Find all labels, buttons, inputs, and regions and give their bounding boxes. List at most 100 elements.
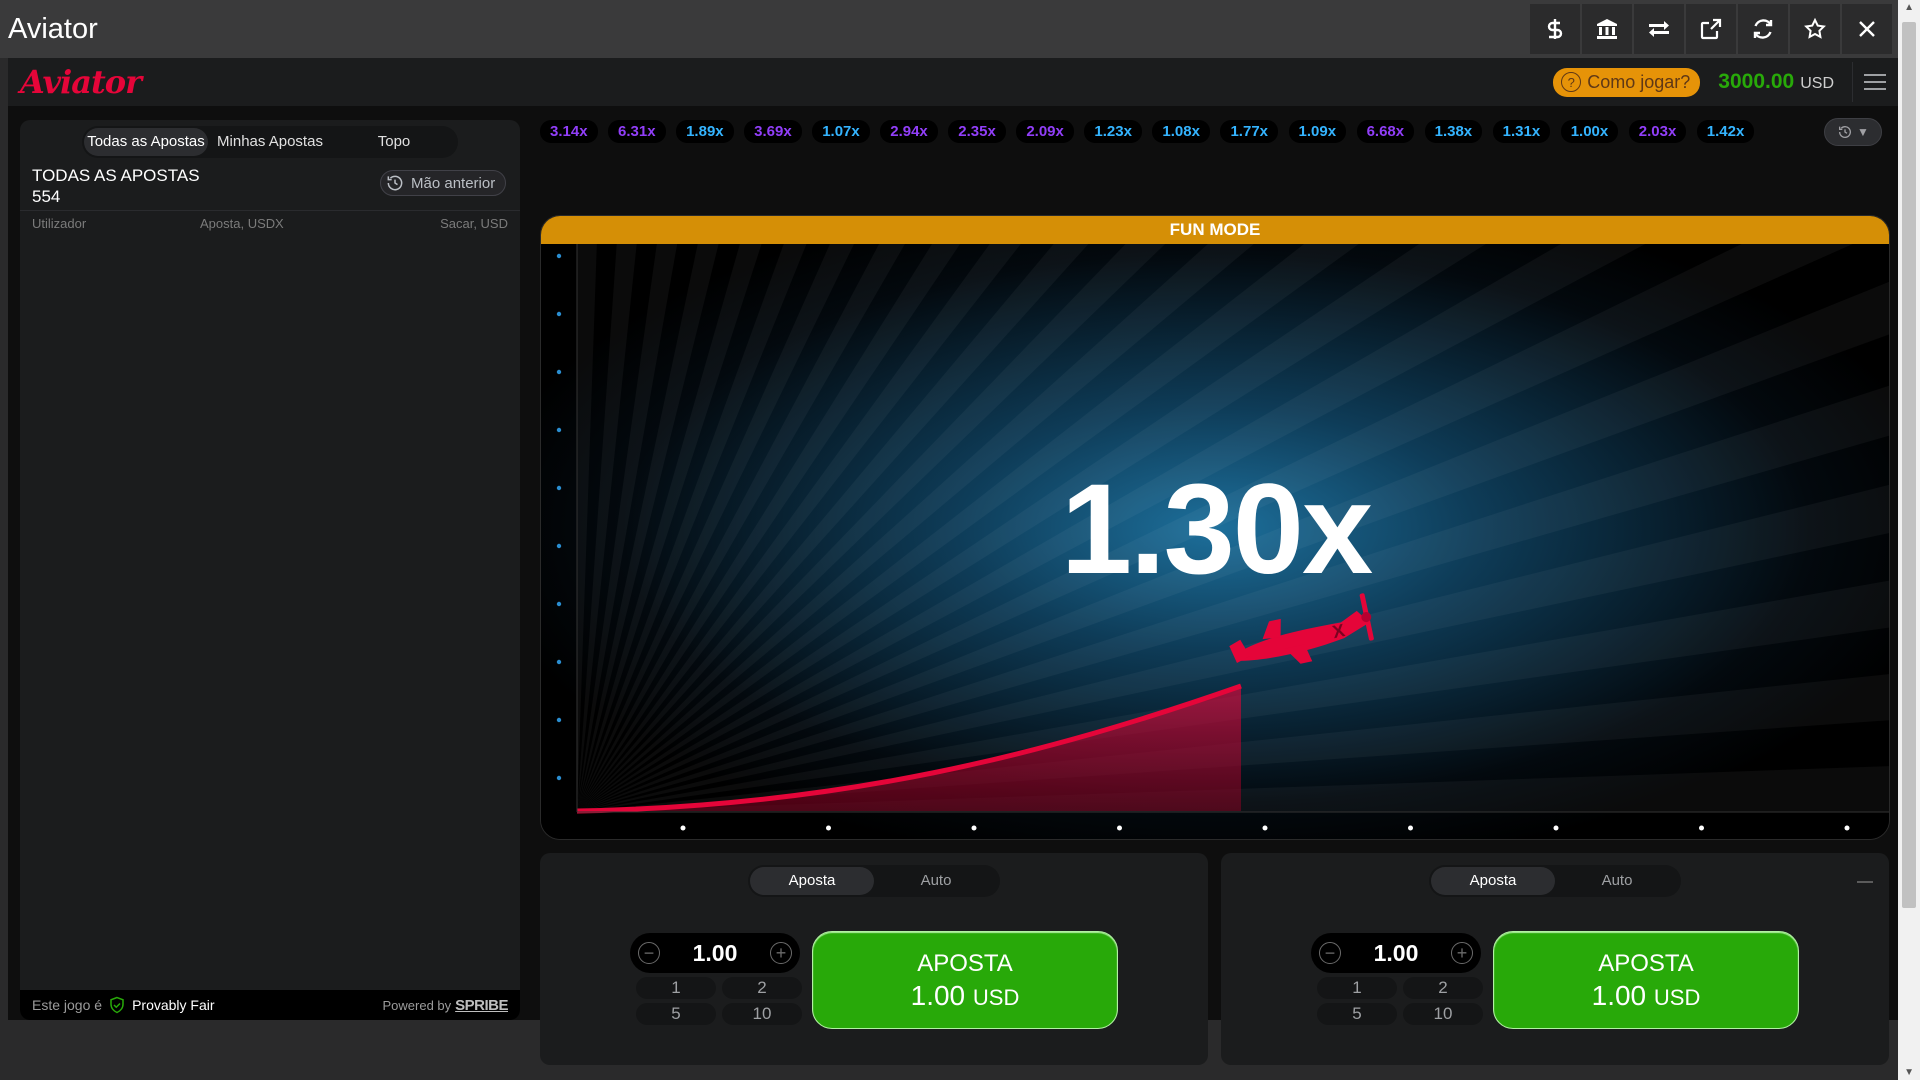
y-axis-dot (556, 311, 562, 317)
previous-hand-button[interactable]: Mão anterior (380, 170, 507, 196)
bet-amount-stepper: − 1.00 + (630, 933, 800, 973)
history-icon (1839, 126, 1852, 138)
y-axis-dot (556, 427, 562, 433)
swap-icon[interactable] (1634, 4, 1684, 54)
increase-amount-button[interactable]: + (769, 942, 792, 964)
history-multiplier[interactable]: 6.31x (608, 119, 666, 143)
history-dropdown-button[interactable]: ▼ (1824, 118, 1882, 146)
history-multiplier[interactable]: 1.89x (676, 119, 734, 143)
bet-amount-value[interactable]: 1.00 (1374, 940, 1419, 967)
window-title: Aviator (8, 12, 98, 45)
bet-button-label: APOSTA (917, 950, 1013, 977)
bet-button-currency: USD (972, 985, 1020, 1010)
all-bets-title: TODAS AS APOSTAS (32, 166, 200, 185)
hamburger-menu-icon[interactable] (1852, 62, 1886, 102)
history-multiplier[interactable]: 1.77x (1220, 119, 1279, 143)
tab-auto[interactable]: Auto (874, 867, 998, 895)
quick-amounts: 1 2 5 10 (1317, 977, 1483, 1025)
history-multiplier[interactable]: 6.68x (1356, 119, 1415, 143)
history-multiplier[interactable]: 2.35x (948, 119, 1006, 143)
fun-mode-banner: FUN MODE (541, 216, 1889, 244)
history-multiplier[interactable]: 1.07x (812, 119, 870, 143)
quick-amount-button[interactable]: 10 (1403, 1003, 1483, 1025)
decrease-amount-button[interactable]: − (1319, 942, 1341, 964)
bank-icon[interactable] (1582, 4, 1632, 54)
tab-bet[interactable]: Aposta (1431, 867, 1555, 895)
column-bet: Aposta, USD (200, 216, 276, 231)
quick-amount-button[interactable]: 1 (636, 977, 716, 999)
history-multiplier[interactable]: 2.03x (1628, 119, 1687, 143)
powered-by-label: Powered by (382, 997, 452, 1013)
scroll-thumb[interactable] (1902, 22, 1916, 908)
all-bets-count: 554 (32, 187, 61, 206)
history-multiplier[interactable]: 1.00x (1560, 119, 1619, 143)
history-multiplier[interactable]: 3.14x (540, 119, 598, 143)
quick-amount-button[interactable]: 10 (722, 1003, 802, 1025)
bet-panel-2: Aposta Auto − 1.00 + 1 2 5 10 APOSTA 1.0… (1221, 853, 1889, 1065)
place-bet-button[interactable]: APOSTA 1.00 USD (1493, 931, 1799, 1029)
window-titlebar: Aviator (0, 0, 1898, 58)
place-bet-button[interactable]: APOSTA 1.00 USD (812, 931, 1118, 1029)
tab-bet[interactable]: Aposta (750, 867, 874, 895)
y-axis-dot (556, 775, 562, 781)
x-axis-dot (1117, 825, 1122, 831)
bet-amount-value[interactable]: 1.00 (693, 940, 738, 967)
x-axis-dot (680, 825, 686, 831)
tab-top[interactable]: Topo (332, 128, 456, 156)
balance-value: 3000.00 (1718, 70, 1795, 93)
y-axis-dot (556, 717, 562, 723)
remove-panel-icon[interactable] (1857, 881, 1873, 883)
history-multiplier[interactable]: 1.08x (1152, 119, 1210, 143)
current-multiplier: 1.30x (1060, 458, 1373, 601)
x-axis-dot (971, 825, 977, 831)
history-multiplier[interactable]: 1.42x (1696, 119, 1755, 143)
history-icon (387, 175, 403, 191)
external-link-icon[interactable] (1686, 4, 1736, 54)
bets-tabs: Todas as Apostas Minhas Apostas Topo (82, 126, 458, 158)
y-axis-dot (556, 369, 562, 375)
column-cashout: Sacar, USD (440, 216, 508, 231)
page-scrollbar[interactable]: ▲ ▼ (1898, 0, 1920, 1080)
history-multiplier[interactable]: 1.31x (1492, 119, 1551, 143)
close-icon[interactable] (1842, 4, 1892, 54)
history-multiplier[interactable]: 1.23x (1084, 119, 1142, 143)
x-axis-dot (1553, 825, 1559, 831)
quick-amount-button[interactable]: 5 (1317, 1003, 1397, 1025)
history-multiplier[interactable]: 3.69x (744, 119, 802, 143)
scroll-down-icon[interactable]: ▼ (1904, 1067, 1914, 1078)
how-to-play-button[interactable]: ? Como jogar? (1553, 67, 1701, 97)
x-axis-dot (1408, 825, 1413, 831)
shield-check-icon (110, 996, 124, 1014)
dollar-icon[interactable] (1530, 4, 1580, 54)
game-field: X FUN MODE 1.30x (540, 215, 1890, 840)
how-to-play-label: Como jogar? (1587, 71, 1691, 92)
x-axis-dot (1699, 825, 1704, 831)
quick-amount-button[interactable]: 5 (636, 1003, 716, 1025)
help-icon: ? (1561, 72, 1582, 92)
tab-my-bets[interactable]: Minhas Apostas (208, 128, 332, 156)
scroll-up-icon[interactable]: ▲ (1904, 2, 1914, 13)
tab-auto[interactable]: Auto (1555, 867, 1679, 895)
tab-all-bets[interactable]: Todas as Apostas (84, 128, 208, 156)
history-multiplier[interactable]: 2.94x (880, 119, 938, 143)
quick-amount-button[interactable]: 2 (722, 977, 802, 999)
previous-hand-label: Mão anterior (411, 174, 496, 192)
provably-prefix: Este jogo é (32, 997, 103, 1013)
bet-mode-switcher: Aposta Auto (748, 865, 1000, 897)
quick-amount-button[interactable]: 2 (1403, 977, 1483, 999)
history-multiplier[interactable]: 1.38x (1424, 119, 1483, 143)
divider (20, 210, 520, 211)
history-multiplier[interactable]: 1.09x (1288, 119, 1347, 143)
x-axis-dot (826, 825, 831, 831)
history-multiplier[interactable]: 2.09x (1016, 119, 1074, 143)
decrease-amount-button[interactable]: − (638, 942, 660, 964)
refresh-icon[interactable] (1738, 4, 1788, 54)
quick-amount-button[interactable]: 1 (1317, 977, 1397, 999)
left-footer: Este jogo é Provably Fair Powered by SPR… (20, 990, 520, 1020)
x-axis-dot (1262, 825, 1268, 831)
star-icon[interactable] (1790, 4, 1840, 54)
provably-fair-link[interactable]: Provably Fair (132, 997, 214, 1013)
spribe-logo[interactable]: SPRIBE (455, 997, 508, 1014)
increase-amount-button[interactable]: + (1450, 942, 1473, 964)
x-axis-dot (1844, 825, 1850, 831)
